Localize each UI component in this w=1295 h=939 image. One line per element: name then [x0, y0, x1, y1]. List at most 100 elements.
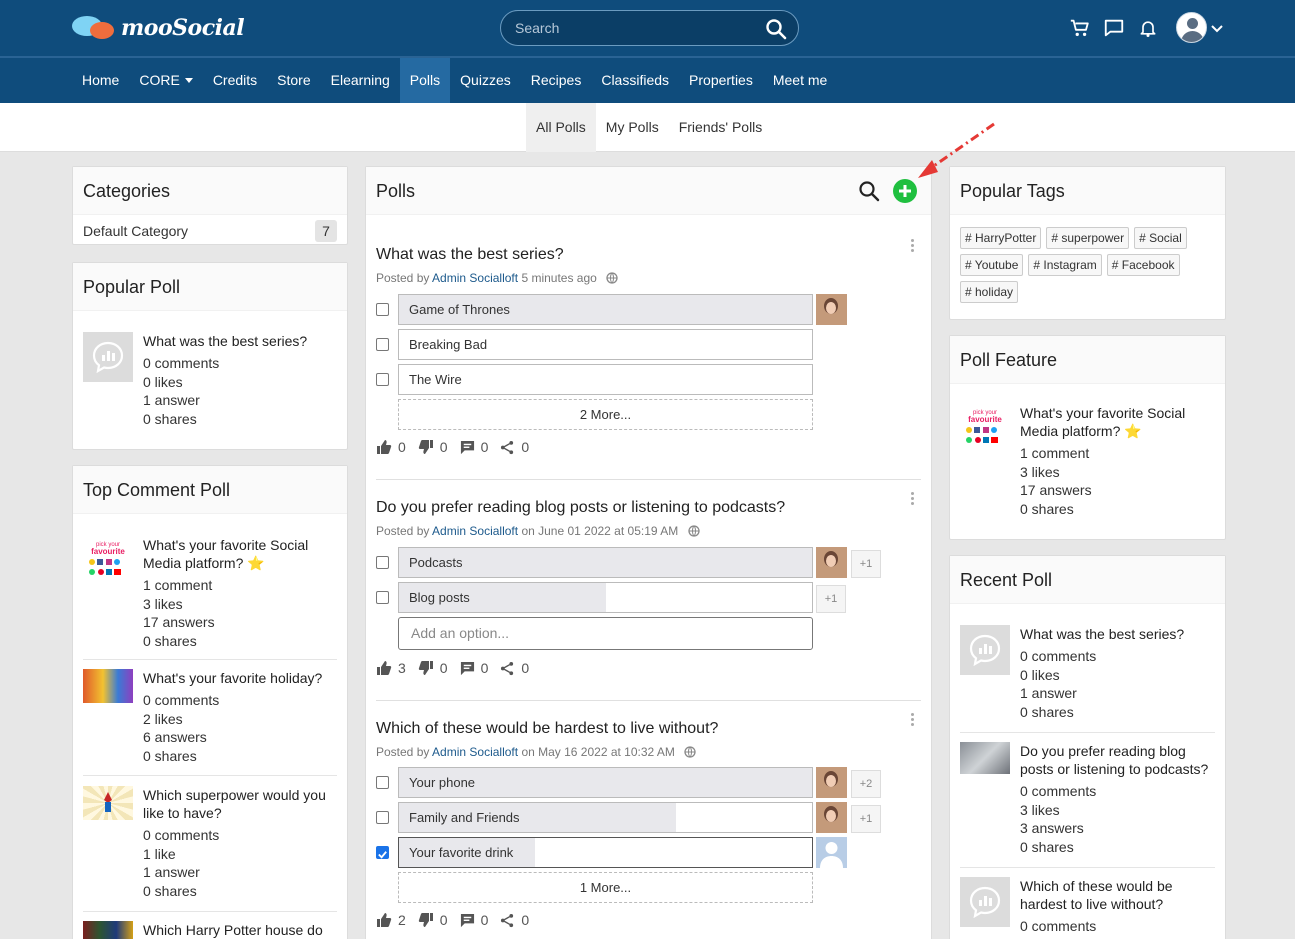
poll-title[interactable]: Which superpower would you like to have? [143, 786, 337, 822]
cart-icon[interactable] [1063, 12, 1097, 44]
poll-author[interactable]: Admin Socialloft [432, 271, 518, 285]
more-options-button[interactable]: 2 More... [398, 399, 813, 430]
list-item[interactable]: Which Harry Potter house do [83, 921, 337, 939]
poll-question[interactable]: Which of these would be hardest to live … [376, 713, 921, 738]
nav-item-credits[interactable]: Credits [203, 58, 267, 104]
option-checkbox[interactable] [376, 776, 389, 789]
more-voters-badge[interactable]: +2 [851, 770, 881, 798]
search-icon[interactable] [764, 17, 788, 41]
nav-item-store[interactable]: Store [267, 58, 320, 104]
poll-title[interactable]: What was the best series? [143, 332, 337, 350]
list-item[interactable]: Which of these would be hardest to live … [960, 877, 1215, 937]
polls-title: Polls [366, 167, 931, 215]
list-item[interactable]: What's your favorite holiday? 0 comments… [83, 669, 337, 769]
search-icon[interactable] [857, 179, 881, 206]
tag-instagram[interactable]: # Instagram [1028, 254, 1102, 276]
dislike-button[interactable]: 0 [418, 660, 448, 676]
poll-title[interactable]: What's your favorite Social Media platfo… [143, 536, 337, 572]
messages-icon[interactable] [1097, 12, 1131, 44]
option-bar[interactable]: Family and Friends [398, 802, 813, 833]
more-voters-badge[interactable]: +1 [851, 805, 881, 833]
poll-title[interactable]: Which Harry Potter house do [143, 921, 337, 939]
dislike-button[interactable]: 0 [418, 912, 448, 928]
nav-item-home[interactable]: Home [72, 58, 129, 104]
list-item[interactable]: What was the best series? 0 comments 0 l… [83, 332, 337, 432]
poll-title[interactable]: Do you prefer reading blog posts or list… [1020, 742, 1215, 778]
share-button[interactable]: 0 [500, 439, 529, 455]
nav-item-quizzes[interactable]: Quizzes [450, 58, 521, 104]
caret-down-icon [184, 78, 193, 83]
poll-title[interactable]: What was the best series? [1020, 625, 1215, 643]
option-checkbox[interactable] [376, 811, 389, 824]
like-button[interactable]: 2 [376, 912, 406, 928]
poll-shares: 0 shares [143, 882, 197, 899]
option-bar[interactable]: Blog posts [398, 582, 813, 613]
user-menu[interactable] [1176, 12, 1224, 43]
share-button[interactable]: 0 [500, 912, 529, 928]
option-bar[interactable]: Your favorite drink [398, 837, 813, 868]
like-button[interactable]: 3 [376, 660, 406, 676]
option-checkbox[interactable] [376, 591, 389, 604]
comment-button[interactable]: 0 [460, 912, 488, 928]
category-item[interactable]: Default Category 7 [83, 220, 337, 242]
poll-question[interactable]: What was the best series? [376, 239, 921, 264]
like-button[interactable]: 0 [376, 439, 406, 455]
nav-item-classifieds[interactable]: Classifieds [591, 58, 679, 104]
more-options-icon[interactable] [911, 713, 915, 727]
more-voters-badge[interactable]: +1 [816, 585, 846, 613]
more-voters-badge[interactable]: +1 [851, 550, 881, 578]
option-bar[interactable]: Game of Thrones [398, 294, 813, 325]
poll-author[interactable]: Admin Socialloft [432, 745, 518, 759]
tag-holiday[interactable]: # holiday [960, 281, 1019, 303]
list-item[interactable]: What was the best series? 0 comments 0 l… [960, 625, 1215, 725]
search-input[interactable] [515, 20, 755, 36]
poll-title[interactable]: What's your favorite Social Media platfo… [1020, 404, 1215, 440]
tag-social[interactable]: # Social [1134, 227, 1187, 249]
poll-title[interactable]: Which of these would be hardest to live … [1020, 877, 1215, 913]
list-item[interactable]: pick your favourite What's your favorite … [83, 536, 337, 656]
list-item[interactable]: Which superpower would you like to have?… [83, 786, 337, 906]
option-bar[interactable]: Your phone [398, 767, 813, 798]
option-checkbox[interactable] [376, 556, 389, 569]
poll-question[interactable]: Do you prefer reading blog posts or list… [376, 492, 921, 517]
tab-friends-polls[interactable]: Friends' Polls [669, 103, 773, 152]
tag-harrypotter[interactable]: # HarryPotter [960, 227, 1042, 249]
tag-superpower[interactable]: # superpower [1046, 227, 1130, 249]
poll-option: Your phone +2 [376, 767, 896, 798]
poll-actions: 3 0 0 0 [376, 660, 541, 676]
comment-button[interactable]: 0 [460, 660, 488, 676]
option-bar[interactable]: Breaking Bad [398, 329, 813, 360]
tag-youtube[interactable]: # Youtube [960, 254, 1024, 276]
comment-button[interactable]: 0 [460, 439, 488, 455]
poll-author[interactable]: Admin Socialloft [432, 524, 518, 538]
more-options-icon[interactable] [911, 239, 915, 253]
tab-all-polls[interactable]: All Polls [526, 103, 596, 152]
tab-my-polls[interactable]: My Polls [596, 103, 669, 152]
tag-facebook[interactable]: # Facebook [1106, 254, 1180, 276]
nav-item-core[interactable]: CORE [129, 58, 202, 104]
nav-item-polls[interactable]: Polls [399, 58, 451, 104]
option-bar[interactable]: Podcasts [398, 547, 813, 578]
more-options-icon[interactable] [911, 492, 915, 506]
option-checkbox[interactable] [376, 303, 389, 316]
more-options-button[interactable]: 1 More... [398, 872, 813, 903]
nav-item-recipes[interactable]: Recipes [521, 58, 592, 104]
option-checkbox[interactable] [376, 373, 389, 386]
notification-bell-icon[interactable] [1131, 12, 1165, 44]
dislike-button[interactable]: 0 [418, 439, 448, 455]
chevron-down-icon [1211, 24, 1223, 32]
poll-title[interactable]: What's your favorite holiday? [143, 669, 337, 687]
nav-item-elearning[interactable]: Elearning [321, 58, 400, 104]
share-button[interactable]: 0 [500, 660, 529, 676]
poll-placeholder-icon [960, 877, 1010, 927]
option-checkbox-checked[interactable] [376, 846, 389, 859]
add-option-input[interactable]: Add an option... [398, 617, 813, 650]
list-item[interactable]: Do you prefer reading blog posts or list… [960, 742, 1215, 862]
option-bar[interactable]: The Wire [398, 364, 813, 395]
divider [83, 911, 337, 912]
logo[interactable]: mooSocial [72, 13, 245, 43]
nav-item-properties[interactable]: Properties [679, 58, 763, 104]
option-checkbox[interactable] [376, 338, 389, 351]
nav-item-meet-me[interactable]: Meet me [763, 58, 837, 104]
list-item[interactable]: pick your favourite What's your favorite … [960, 404, 1215, 524]
